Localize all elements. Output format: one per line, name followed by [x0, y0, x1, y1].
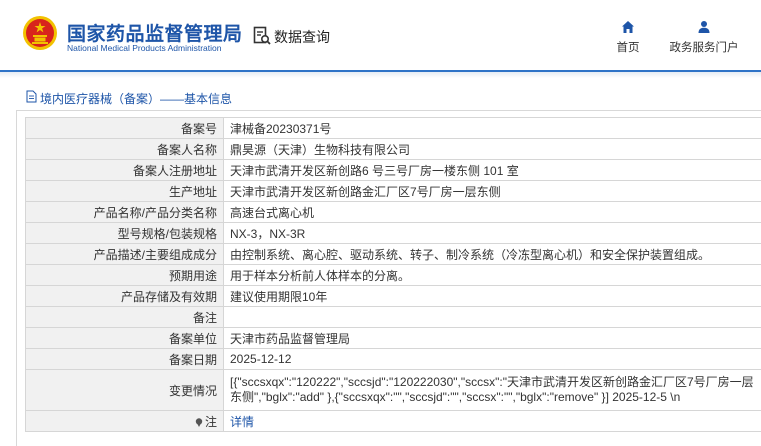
table-row: 生产地址 天津市武清开发区新创路金汇厂区7号厂房一层东侧: [25, 180, 761, 202]
note-value-cell: 详情: [223, 410, 761, 432]
table-row: 备注: [25, 306, 761, 328]
field-value: 天津市武清开发区新创路金汇厂区7号厂房一层东侧: [223, 180, 761, 202]
field-value: 用于样本分析前人体样本的分离。: [223, 264, 761, 286]
field-value: 高速台式离心机: [223, 201, 761, 223]
field-value: 由控制系统、离心腔、驱动系统、转子、制冷系统（冷冻型离心机）和安全保护装置组成。: [223, 243, 761, 265]
data-query-title[interactable]: 数据查询: [274, 27, 330, 47]
header-shadow: [0, 72, 761, 78]
field-value: 2025-12-12: [223, 348, 761, 370]
field-label: 预期用途: [25, 264, 224, 286]
data-query-icon: [253, 26, 271, 45]
field-label: 产品名称/产品分类名称: [25, 201, 224, 223]
nav-home-link[interactable]: 首页: [608, 20, 648, 55]
field-value: 鼎昊源（天津）生物科技有限公司: [223, 138, 761, 160]
breadcrumb: 境内医疗器械（备案）——基本信息: [16, 83, 761, 111]
table-row: 备案人注册地址 天津市武清开发区新创路6 号三号厂房一楼东侧 101 室: [25, 159, 761, 181]
field-label: 生产地址: [25, 180, 224, 202]
table-row: 备案人名称 鼎昊源（天津）生物科技有限公司: [25, 138, 761, 160]
field-label: 备案人名称: [25, 138, 224, 160]
field-value: 天津市武清开发区新创路6 号三号厂房一楼东侧 101 室: [223, 159, 761, 181]
field-value: [{"sccsxqx":"120222","sccsjd":"120222030…: [223, 369, 761, 411]
field-label: 备注: [25, 306, 224, 328]
table-row: 备案号 津械备20230371号: [25, 117, 761, 139]
site-header: 国家药品监督管理局 National Medical Products Admi…: [0, 0, 761, 70]
national-emblem-icon: [23, 16, 57, 50]
table-row: 产品描述/主要组成成分 由控制系统、离心腔、驱动系统、转子、制冷系统（冷冻型离心机…: [25, 243, 761, 265]
nav-portal-label: 政务服务门户: [669, 42, 739, 54]
document-icon: [26, 90, 37, 103]
site-title: 国家药品监督管理局: [67, 24, 243, 45]
record-panel: 备案号 津械备20230371号 备案人名称 鼎昊源（天津）生物科技有限公司 备案人…: [16, 111, 761, 446]
field-label: 备案日期: [25, 348, 224, 370]
details-link[interactable]: 详情: [230, 415, 254, 429]
table-row: 型号规格/包装规格 NX-3，NX-3R: [25, 222, 761, 244]
field-label: 备案人注册地址: [25, 159, 224, 181]
field-value: NX-3，NX-3R: [223, 222, 761, 244]
table-row: 产品名称/产品分类名称 高速台式离心机: [25, 201, 761, 223]
breadcrumb-text[interactable]: 境内医疗器械（备案）——基本信息: [40, 90, 232, 107]
field-value: [223, 306, 761, 328]
user-icon: [698, 21, 710, 33]
field-label: 产品描述/主要组成成分: [25, 243, 224, 265]
nav-home-label: 首页: [616, 42, 640, 54]
table-row: 产品存储及有效期 建议使用期限10年: [25, 285, 761, 307]
nav-portal-link[interactable]: 政务服务门户: [662, 20, 746, 55]
pin-icon: [195, 417, 203, 427]
table-row: 备案单位 天津市药品监督管理局: [25, 327, 761, 349]
field-label: 型号规格/包装规格: [25, 222, 224, 244]
field-label: 产品存储及有效期: [25, 285, 224, 307]
site-subtitle: National Medical Products Administration: [67, 43, 222, 53]
field-value: 津械备20230371号: [223, 117, 761, 139]
note-label: 注: [204, 414, 217, 429]
table-row: 预期用途 用于样本分析前人体样本的分离。: [25, 264, 761, 286]
field-value: 天津市药品监督管理局: [223, 327, 761, 349]
home-icon: [622, 21, 634, 33]
field-label: 备案号: [25, 117, 224, 139]
field-label: 备案单位: [25, 327, 224, 349]
note-label-cell: 注: [25, 410, 224, 432]
table-row: 变更情况 [{"sccsxqx":"120222","sccsjd":"12022…: [25, 369, 761, 411]
table-row: 备案日期 2025-12-12: [25, 348, 761, 370]
note-row: 注 详情: [25, 410, 761, 432]
field-value: 建议使用期限10年: [223, 285, 761, 307]
record-table: 备案号 津械备20230371号 备案人名称 鼎昊源（天津）生物科技有限公司 备案人…: [25, 117, 761, 432]
field-label: 变更情况: [25, 369, 224, 411]
